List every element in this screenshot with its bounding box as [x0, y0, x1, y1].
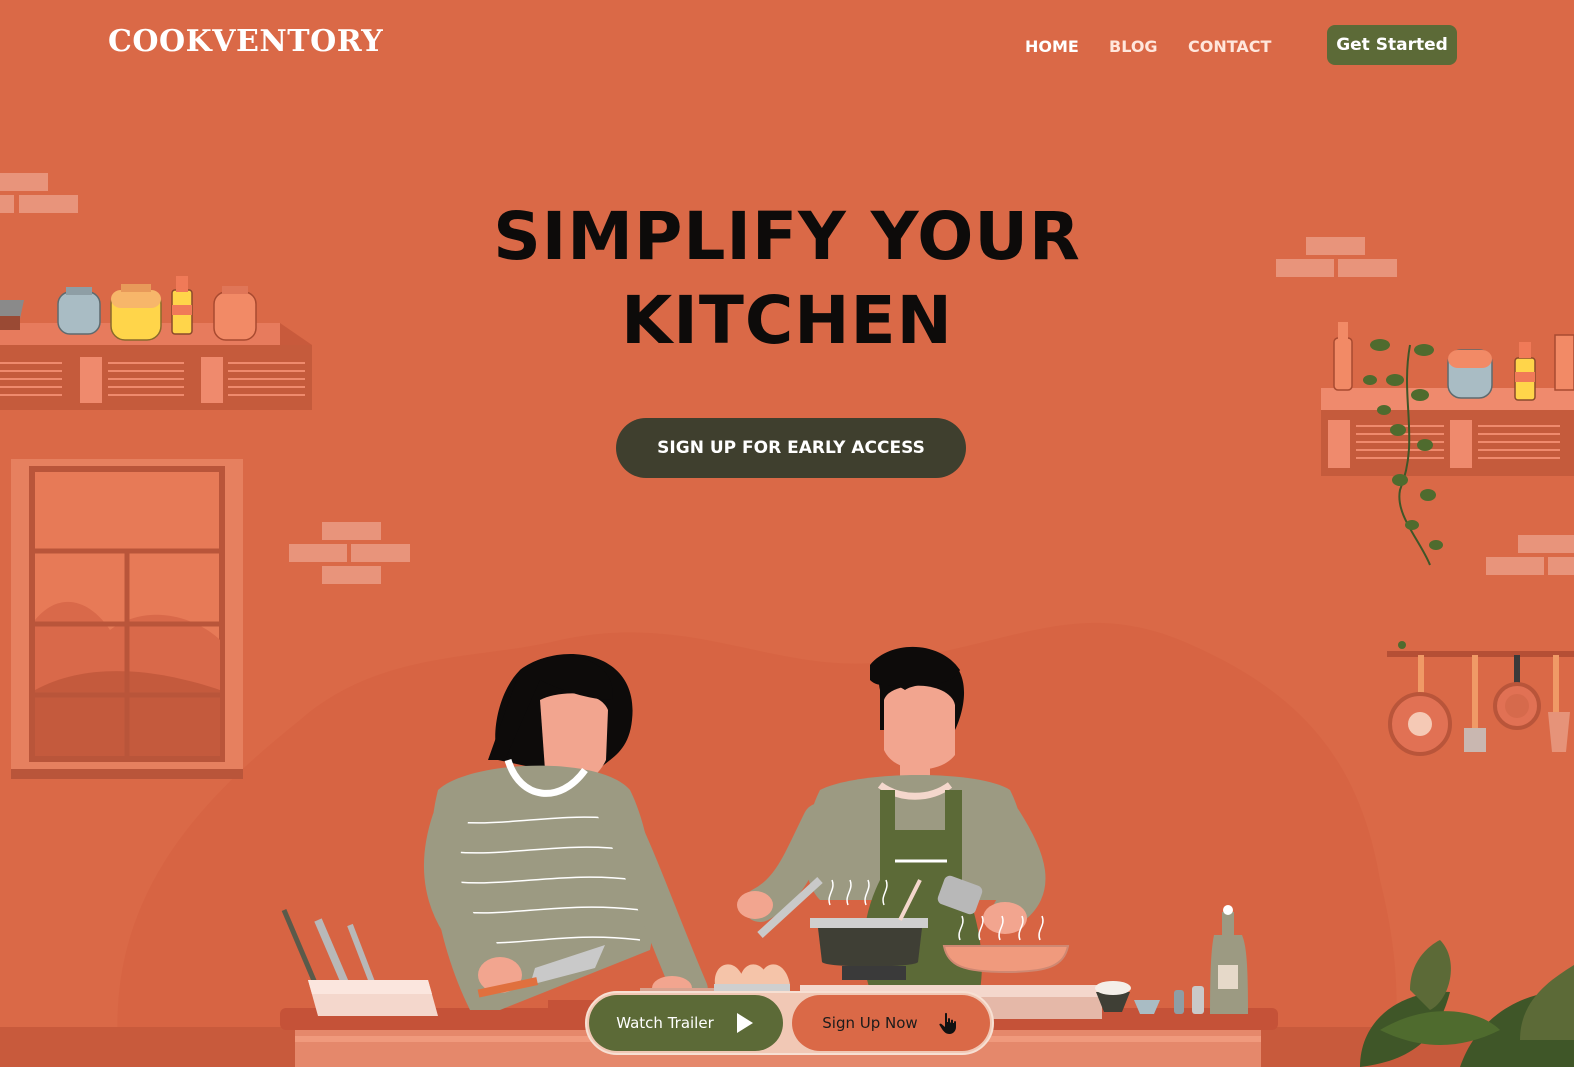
- bricks-left-top: [0, 173, 78, 213]
- nav-blog-link[interactable]: BLOG: [1109, 37, 1158, 56]
- left-shelf: [0, 276, 312, 410]
- hand-pointer-icon: [936, 1011, 960, 1035]
- watch-trailer-label: Watch Trailer: [616, 1014, 714, 1032]
- kitchen-illustration: [0, 173, 1574, 1067]
- window: [11, 459, 243, 779]
- bricks-mid-left: [289, 522, 410, 584]
- hanging-utensils: [1387, 641, 1574, 756]
- hero-title-line-1: SIMPLIFY YOUR: [493, 198, 1081, 275]
- hero-title-line-2: KITCHEN: [621, 282, 953, 359]
- sign-up-now-button[interactable]: Sign Up Now: [792, 995, 990, 1051]
- watch-trailer-button[interactable]: Watch Trailer: [589, 995, 783, 1051]
- brand-logo[interactable]: COOKVENTORY: [108, 24, 383, 59]
- sign-up-now-label: Sign Up Now: [822, 1014, 918, 1032]
- right-shelf: [1321, 322, 1574, 566]
- hero-title: SIMPLIFY YOUR KITCHEN: [387, 195, 1187, 363]
- play-icon: [732, 1011, 756, 1035]
- bricks-right-top: [1276, 237, 1397, 277]
- early-access-button[interactable]: SIGN UP FOR EARLY ACCESS: [616, 418, 966, 478]
- nav-home-link[interactable]: HOME: [1025, 37, 1079, 56]
- nav-contact-link[interactable]: CONTACT: [1188, 37, 1271, 56]
- get-started-button[interactable]: Get Started: [1327, 25, 1457, 65]
- bricks-right-mid: [1486, 535, 1574, 575]
